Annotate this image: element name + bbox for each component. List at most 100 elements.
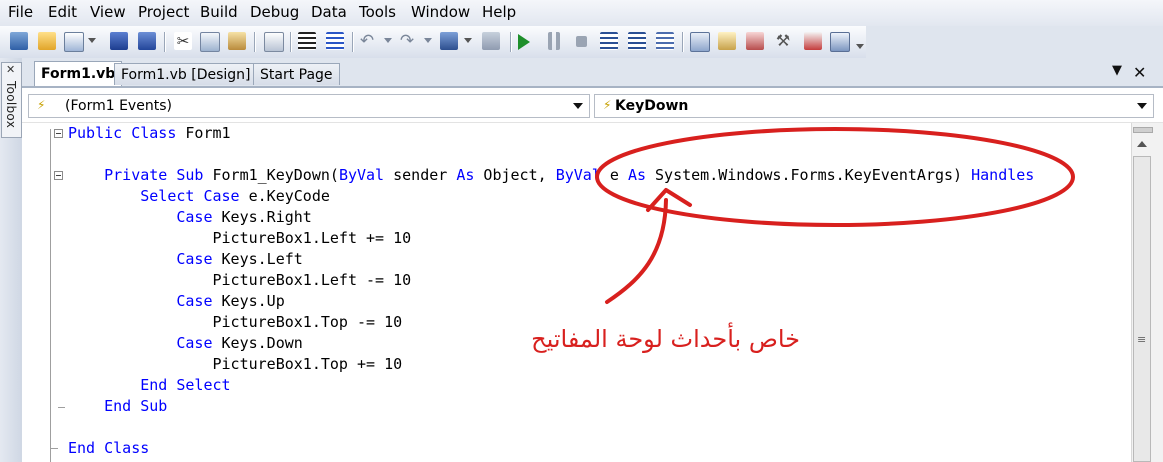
chevron-down-icon	[573, 103, 583, 109]
new-project-icon[interactable]	[10, 32, 28, 50]
chevron-down-icon	[1137, 103, 1147, 109]
navigate-backward-icon[interactable]	[440, 32, 458, 50]
menu-build[interactable]: Build	[200, 3, 238, 21]
code-editor[interactable]: Public Class Form1 Private Sub Form1_Key…	[22, 123, 1131, 462]
keyword: End	[140, 376, 168, 394]
keyword: ByVal	[338, 166, 385, 184]
tab-form1-design[interactable]: Form1.vb [Design]	[114, 63, 258, 85]
code-line-1: Public Class Form1	[68, 123, 231, 144]
collapse-sub-icon[interactable]	[54, 171, 63, 180]
navigation-bar: ⚡ (Form1 Events) ⚡ KeyDown	[22, 88, 1163, 123]
save-icon[interactable]	[110, 32, 128, 50]
close-document-icon[interactable]: ✕	[1133, 63, 1146, 82]
collapse-class-icon[interactable]	[54, 129, 63, 138]
code-text: Object,	[474, 166, 556, 184]
solution-explorer-icon[interactable]	[718, 32, 736, 50]
toolbox-pin-icon[interactable]: ✕	[6, 63, 15, 76]
undo-dropdown-icon[interactable]	[384, 38, 392, 43]
code-line-12: PictureBox1.Top += 10	[68, 355, 403, 373]
start-debugging-icon[interactable]	[518, 34, 530, 50]
code-line-8: PictureBox1.Left -= 10	[68, 271, 412, 289]
properties-window-icon[interactable]	[746, 32, 764, 50]
keyword: End	[68, 439, 96, 457]
start-page-icon[interactable]	[830, 32, 850, 52]
redo-dropdown-icon[interactable]	[424, 38, 432, 43]
menu-view[interactable]: View	[90, 3, 126, 21]
add-item-icon[interactable]	[64, 32, 84, 52]
scroll-up-icon[interactable]	[1137, 141, 1147, 147]
menu-data[interactable]: Data	[311, 3, 347, 21]
find-in-files-icon[interactable]	[690, 32, 710, 52]
toolbox-tab[interactable]: ✕ Toolbox	[1, 62, 22, 138]
toolbar-empty-area	[866, 26, 1163, 58]
paste-icon[interactable]	[228, 32, 246, 50]
event-bolt-icon: ⚡	[37, 98, 46, 112]
keyword: Public	[68, 124, 123, 142]
event-combo[interactable]: ⚡ KeyDown	[594, 94, 1154, 118]
break-all-icon[interactable]	[548, 32, 560, 50]
code-line-6: PictureBox1.Left += 10	[68, 229, 412, 247]
standard-toolbar: ✂ ↶ ↷ ⚒	[0, 26, 866, 59]
code-text: Keys.Up	[212, 292, 285, 310]
error-list-icon[interactable]	[804, 32, 822, 50]
code-text: Keys.Left	[212, 250, 303, 268]
step-out-icon[interactable]	[656, 32, 674, 50]
scrollbar-thumb[interactable]	[1133, 156, 1151, 462]
navigate-backward-dropdown-icon[interactable]	[464, 38, 472, 43]
object-combo-value: (Form1 Events)	[65, 98, 172, 114]
code-line-3: Private Sub Form1_KeyDown(ByVal sender A…	[68, 165, 1034, 186]
tab-form1-code[interactable]: Form1.vb	[34, 61, 123, 86]
menu-window[interactable]: Window	[411, 3, 470, 21]
open-file-icon[interactable]	[38, 32, 56, 50]
keyword: Class	[131, 124, 177, 142]
cut-icon[interactable]: ✂	[174, 32, 192, 50]
menu-file[interactable]: File	[8, 3, 33, 21]
stop-debugging-icon[interactable]	[576, 36, 587, 47]
code-text: System.Windows.Forms.KeyEventArgs)	[646, 166, 972, 184]
menu-edit[interactable]: Edit	[48, 3, 77, 21]
comment-lines-icon[interactable]	[298, 32, 316, 50]
document-tab-strip: Form1.vb Form1.vb [Design] Start Page	[22, 58, 1163, 88]
keyword: Select	[140, 187, 195, 205]
find-icon[interactable]	[264, 32, 284, 52]
redo-icon[interactable]: ↷	[398, 32, 416, 50]
code-line-4: Select Case e.KeyCode	[68, 186, 330, 207]
copy-icon[interactable]	[200, 32, 220, 52]
save-all-icon[interactable]	[138, 32, 156, 50]
tab-start-page[interactable]: Start Page	[253, 63, 340, 85]
code-line-16: End Class	[68, 438, 149, 459]
toolbar-overflow-icon[interactable]	[856, 44, 864, 49]
split-handle[interactable]	[1133, 127, 1153, 133]
menu-tools[interactable]: Tools	[359, 3, 396, 21]
event-bolt-icon: ⚡	[603, 98, 612, 112]
menu-project[interactable]: Project	[138, 3, 189, 21]
keyword: Class	[104, 439, 150, 457]
uncomment-lines-icon[interactable]	[326, 32, 344, 50]
code-text: Form1_KeyDown(	[203, 166, 339, 184]
tab-list-dropdown-icon[interactable]: ▼	[1112, 63, 1122, 78]
code-line-14: End Sub	[68, 396, 167, 417]
code-line-9: Case Keys.Up	[68, 291, 285, 312]
menu-bar: File Edit View Project Build Debug Data …	[0, 0, 1163, 26]
toolbox-tools-icon[interactable]: ⚒	[774, 32, 792, 50]
undo-icon[interactable]: ↶	[358, 32, 376, 50]
code-line-10: PictureBox1.Top -= 10	[68, 313, 403, 331]
add-item-dropdown-icon[interactable]	[88, 38, 96, 43]
menu-debug[interactable]: Debug	[250, 3, 299, 21]
step-over-icon[interactable]	[628, 32, 646, 50]
keyword: Case	[176, 292, 213, 310]
code-text: e	[600, 166, 628, 184]
toolbar-separator	[164, 32, 166, 52]
menu-help[interactable]: Help	[482, 3, 516, 21]
toolbar-separator	[254, 32, 256, 52]
code-text: sender	[384, 166, 457, 184]
navigate-forward-icon[interactable]	[482, 32, 500, 50]
step-into-icon[interactable]	[600, 32, 618, 50]
object-combo[interactable]: ⚡ (Form1 Events)	[28, 94, 590, 118]
